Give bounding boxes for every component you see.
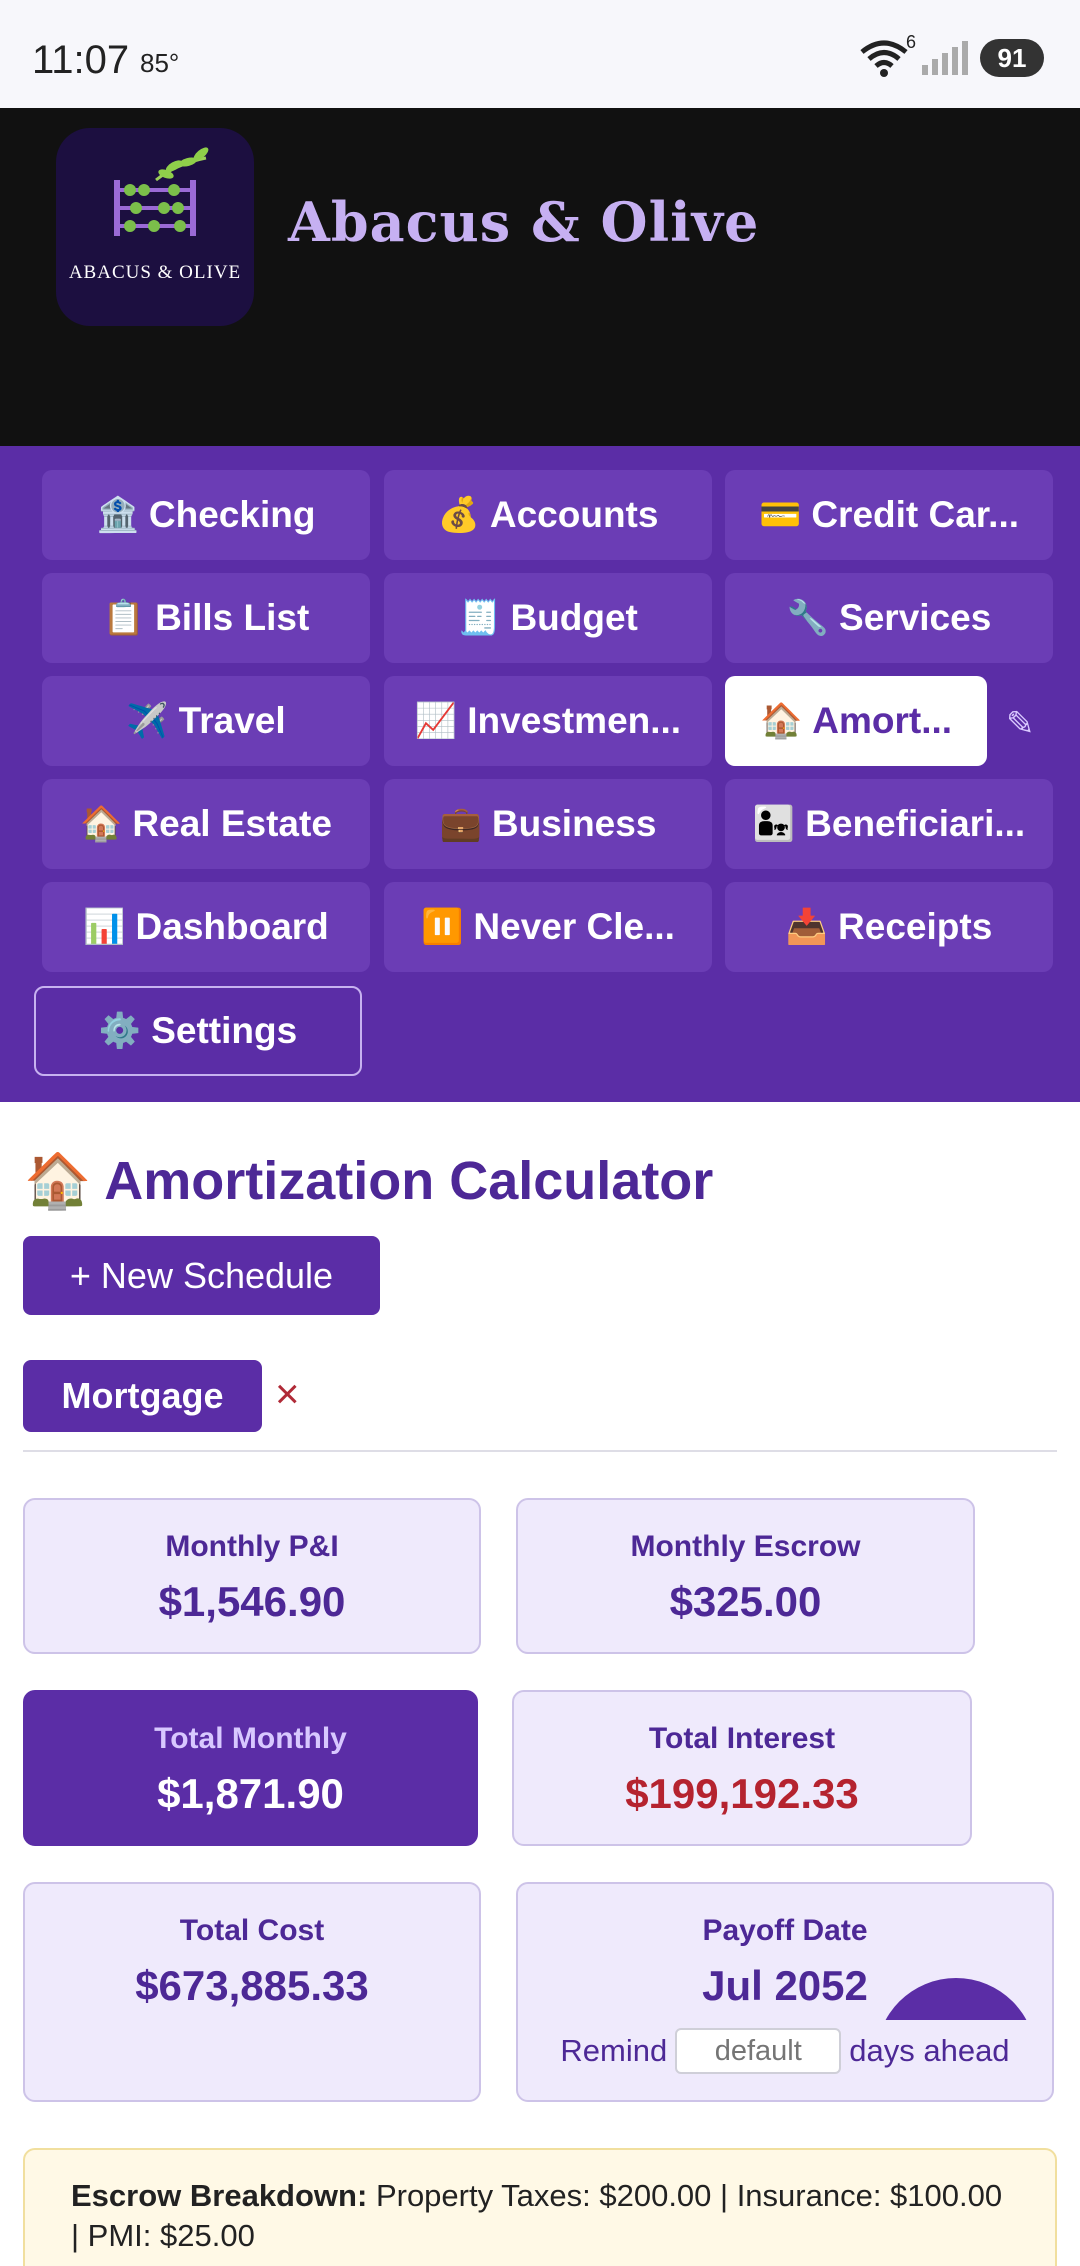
nav-item-label: Beneficiari... bbox=[805, 803, 1026, 844]
close-icon[interactable]: × bbox=[275, 1370, 300, 1418]
escrow-label: Escrow Breakdown: bbox=[71, 2178, 368, 2213]
card-value: $1,546.90 bbox=[158, 1578, 346, 1625]
app-logo[interactable]: ABACUS & OLIVE bbox=[56, 128, 254, 326]
total-cost-card: Total Cost $673,885.33 bbox=[23, 1882, 481, 2102]
app-header: ABACUS & OLIVE Abacus & Olive bbox=[0, 108, 1080, 446]
airplane-icon: ✈️ bbox=[126, 702, 169, 740]
bar-chart-icon: 📊 bbox=[83, 908, 126, 946]
nav-item-bills-list[interactable]: 📋 Bills List bbox=[42, 573, 370, 663]
nav-item-label: Bills List bbox=[155, 597, 310, 638]
wifi-generation-label: 6 bbox=[905, 32, 916, 52]
escrow-breakdown: Escrow Breakdown: Property Taxes: $200.0… bbox=[23, 2148, 1057, 2266]
card-value: $1,871.90 bbox=[157, 1770, 344, 1817]
nav-item-label: Accounts bbox=[489, 494, 659, 535]
page-title-text: Amortization Calculator bbox=[104, 1151, 714, 1211]
nav-item-budget[interactable]: 🧾 Budget bbox=[384, 573, 712, 663]
nav-item-beneficiaries[interactable]: 👨‍👧 Beneficiari... bbox=[725, 779, 1053, 869]
nav-item-checking[interactable]: 🏦 Checking bbox=[42, 470, 370, 560]
card-value: $325.00 bbox=[669, 1578, 822, 1625]
briefcase-icon: 💼 bbox=[439, 805, 482, 843]
wrench-icon: 🔧 bbox=[786, 599, 830, 637]
nav-item-label: Checking bbox=[148, 494, 316, 535]
nav-item-label: Credit Car... bbox=[811, 494, 1020, 535]
receipt-icon: 🧾 bbox=[458, 599, 501, 637]
pencil-edit-icon[interactable]: ✎ bbox=[1006, 704, 1035, 744]
signal-icon bbox=[922, 41, 968, 75]
nav-item-settings[interactable]: ⚙️ Settings bbox=[34, 986, 362, 1076]
nav-item-label: Investmen... bbox=[467, 700, 682, 741]
nav-item-services[interactable]: 🔧 Services bbox=[725, 573, 1053, 663]
status-temperature: 85° bbox=[140, 48, 180, 78]
card-label: Total Monthly bbox=[154, 1722, 347, 1755]
logo-text: ABACUS & OLIVE bbox=[68, 262, 242, 283]
house-icon: 🏠 bbox=[759, 702, 803, 740]
nav-item-label: Amort... bbox=[812, 700, 953, 741]
bank-icon: 🏦 bbox=[96, 496, 139, 534]
nav-item-label: Real Estate bbox=[132, 803, 332, 844]
new-schedule-button[interactable]: + New Schedule bbox=[23, 1236, 380, 1315]
nav-item-label: Business bbox=[491, 803, 657, 844]
pause-icon: ⏸️ bbox=[421, 908, 464, 946]
monthly-pi-card: Monthly P&I $1,546.90 bbox=[23, 1498, 481, 1654]
card-label: Total Cost bbox=[179, 1914, 325, 1947]
remind-days-input[interactable] bbox=[675, 2028, 842, 2074]
money-bag-icon: 💰 bbox=[437, 496, 480, 534]
card-label: Payoff Date bbox=[702, 1914, 868, 1947]
nav-item-travel[interactable]: ✈️ Travel bbox=[42, 676, 370, 766]
nav-item-label: Services bbox=[839, 597, 992, 638]
nav-grid: 🏦 Checking 💰 Accounts 💳 Credit Car... 📋 Bill… bbox=[0, 446, 1080, 1102]
house-icon: 🏠 bbox=[24, 1151, 92, 1211]
status-bar: 11:07 85° 6 91 bbox=[0, 0, 1080, 108]
chart-up-icon: 📈 bbox=[414, 702, 458, 740]
nav-item-label: Never Cle... bbox=[473, 906, 675, 947]
inbox-tray-icon: 📥 bbox=[785, 908, 829, 946]
remind-suffix: days ahead bbox=[849, 2033, 1010, 2068]
nav-item-business[interactable]: 💼 Business bbox=[384, 779, 712, 869]
nav-item-label: Travel bbox=[178, 700, 286, 741]
nav-item-never-clear[interactable]: ⏸️ Never Cle... bbox=[384, 882, 712, 972]
nav-item-credit-cards[interactable]: 💳 Credit Car... bbox=[725, 470, 1053, 560]
brand-name: Abacus & Olive bbox=[288, 190, 760, 254]
wifi-icon: 6 bbox=[858, 32, 916, 78]
family-icon: 👨‍👧 bbox=[752, 805, 796, 843]
monthly-escrow-card: Monthly Escrow $325.00 bbox=[516, 1498, 975, 1654]
schedule-tab-mortgage[interactable]: Mortgage bbox=[23, 1360, 262, 1432]
card-value: $673,885.33 bbox=[135, 1962, 369, 2009]
house-icon: 🏠 bbox=[80, 805, 123, 843]
nav-item-accounts[interactable]: 💰 Accounts bbox=[384, 470, 712, 560]
nav-item-amortization[interactable]: 🏠 Amort... bbox=[725, 676, 987, 766]
remind-prefix: Remind bbox=[560, 2033, 668, 2068]
total-interest-card: Total Interest $199,192.33 bbox=[512, 1690, 972, 1846]
card-value: $199,192.33 bbox=[625, 1770, 859, 1817]
credit-card-icon: 💳 bbox=[758, 496, 802, 534]
battery-icon: 91 bbox=[980, 39, 1044, 77]
card-label: Total Interest bbox=[648, 1722, 836, 1755]
nav-item-label: Budget bbox=[510, 597, 638, 638]
nav-item-label: Dashboard bbox=[135, 906, 329, 947]
status-time: 11:07 bbox=[32, 38, 130, 82]
abacus-olive-logo-icon bbox=[114, 147, 209, 236]
remind-row: Remind days ahead bbox=[518, 2028, 1052, 2074]
page-title: 🏠 Amortization Calculator bbox=[24, 1150, 713, 1213]
nav-item-real-estate[interactable]: 🏠 Real Estate bbox=[42, 779, 370, 869]
status-icons: 6 91 bbox=[858, 32, 1044, 80]
card-label: Monthly P&I bbox=[165, 1530, 339, 1563]
clipboard-icon: 📋 bbox=[102, 599, 146, 637]
nav-item-dashboard[interactable]: 📊 Dashboard bbox=[42, 882, 370, 972]
total-monthly-card: Total Monthly $1,871.90 bbox=[23, 1690, 478, 1846]
divider bbox=[23, 1450, 1057, 1452]
card-label: Monthly Escrow bbox=[630, 1530, 861, 1563]
nav-item-receipts[interactable]: 📥 Receipts bbox=[725, 882, 1053, 972]
nav-item-investments[interactable]: 📈 Investmen... bbox=[384, 676, 712, 766]
nav-item-label: Receipts bbox=[838, 906, 993, 947]
nav-item-label: Settings bbox=[151, 1010, 298, 1051]
gear-icon: ⚙️ bbox=[98, 1012, 142, 1050]
